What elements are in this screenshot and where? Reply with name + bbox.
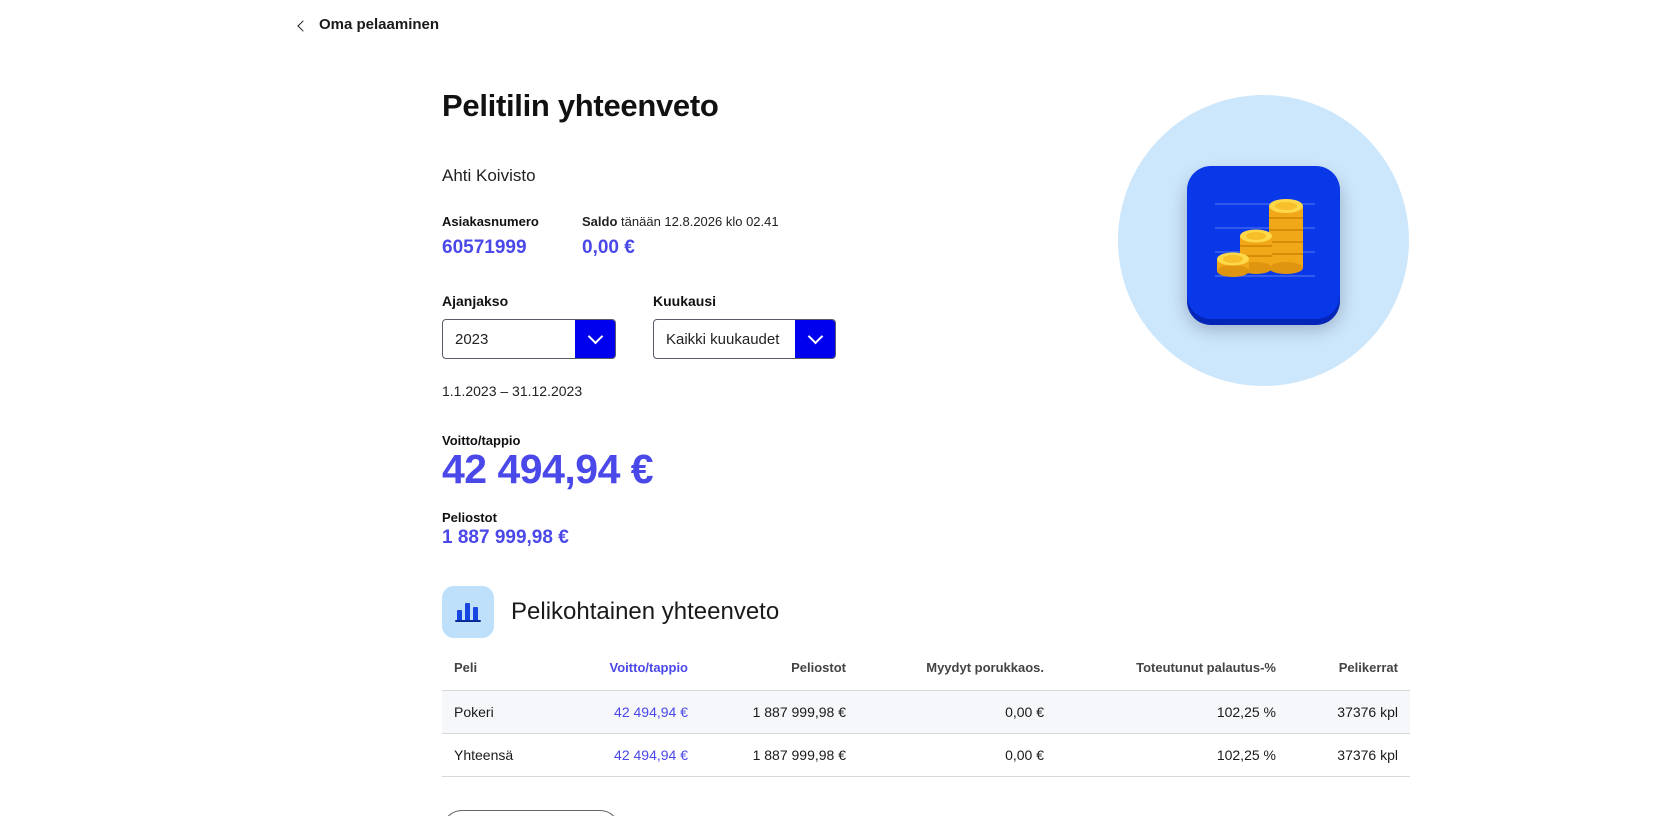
balance-date: tänään 12.8.2026 klo 02.41	[621, 214, 779, 229]
month-select-value: Kaikki kuukaudet	[666, 330, 780, 348]
stakes-block: Peliostot 1 887 999,98 €	[442, 510, 569, 549]
balance-block: Saldo tänään 12.8.2026 klo 02.41 0,00 €	[582, 214, 779, 259]
col-game: Peli	[442, 645, 582, 691]
back-link-label: Oma pelaaminen	[319, 16, 440, 33]
cell-pool-shares: 0,00 €	[858, 733, 1056, 777]
period-select[interactable]: 2023	[442, 319, 616, 359]
col-return-pct: Toteutunut palautus-%	[1056, 645, 1288, 691]
partial-button[interactable]	[442, 810, 620, 816]
cell-win-loss: 42 494,94 €	[582, 733, 700, 777]
period-field: Ajanjakso 2023	[442, 293, 616, 359]
account-number-label: Asiakasnumero	[442, 214, 539, 229]
game-summary-section-header: Pelikohtainen yhteenveto	[442, 586, 779, 638]
hero-illustration	[1118, 95, 1409, 386]
table-row: Yhteensä 42 494,94 € 1 887 999,98 € 0,00…	[442, 733, 1410, 777]
month-select[interactable]: Kaikki kuukaudet	[653, 319, 836, 359]
balance-label-title: Saldo	[582, 214, 618, 229]
col-win-loss[interactable]: Voitto/tappio	[582, 645, 700, 691]
chevron-down-icon	[587, 328, 603, 344]
month-label: Kuukausi	[653, 293, 717, 309]
win-loss-value: 42 494,94 €	[442, 446, 654, 492]
cell-pool-shares: 0,00 €	[858, 690, 1056, 734]
period-label: Ajanjakso	[442, 293, 509, 309]
back-link[interactable]: Oma pelaaminen	[297, 16, 440, 33]
col-stakes: Peliostot	[700, 645, 858, 691]
coins-icon	[1187, 166, 1340, 319]
game-summary-table: Peli Voitto/tappio Peliostot Myydyt poru…	[442, 645, 1410, 777]
balance-label: Saldo tänään 12.8.2026 klo 02.41	[582, 214, 779, 229]
balance-value: 0,00 €	[582, 237, 635, 258]
month-select-button[interactable]	[795, 320, 835, 358]
cell-win-loss: 42 494,94 €	[582, 690, 700, 734]
cell-stakes: 1 887 999,98 €	[700, 733, 858, 777]
customer-name: Ahti Koivisto	[442, 166, 536, 185]
col-play-count: Pelikerrat	[1288, 645, 1410, 691]
stakes-value: 1 887 999,98 €	[442, 527, 569, 548]
section-title: Pelikohtainen yhteenveto	[511, 598, 780, 625]
account-number-value: 60571999	[442, 237, 527, 258]
chevron-down-icon	[807, 328, 823, 344]
cell-play-count: 37376 kpl	[1288, 733, 1410, 777]
cell-game: Pokeri	[442, 690, 582, 734]
month-field: Kuukausi Kaikki kuukaudet	[653, 293, 836, 359]
cell-stakes: 1 887 999,98 €	[700, 690, 858, 734]
chevron-left-icon	[297, 19, 309, 32]
col-pool-shares: Myydyt porukkaos.	[858, 645, 1056, 691]
period-select-button[interactable]	[575, 320, 615, 358]
table-header-row: Peli Voitto/tappio Peliostot Myydyt poru…	[442, 645, 1410, 691]
date-range: 1.1.2023 – 31.12.2023	[442, 383, 583, 399]
table-row: Pokeri 42 494,94 € 1 887 999,98 € 0,00 €…	[442, 690, 1410, 734]
bar-chart-icon	[442, 586, 494, 638]
stakes-label: Peliostot	[442, 510, 497, 525]
cell-return-pct: 102,25 %	[1056, 690, 1288, 734]
cell-play-count: 37376 kpl	[1288, 690, 1410, 734]
period-select-value: 2023	[455, 330, 489, 348]
cell-return-pct: 102,25 %	[1056, 733, 1288, 777]
cell-game: Yhteensä	[442, 733, 582, 777]
account-number-block: Asiakasnumero 60571999	[442, 214, 539, 259]
win-loss-block: Voitto/tappio 42 494,94 €	[442, 433, 654, 492]
